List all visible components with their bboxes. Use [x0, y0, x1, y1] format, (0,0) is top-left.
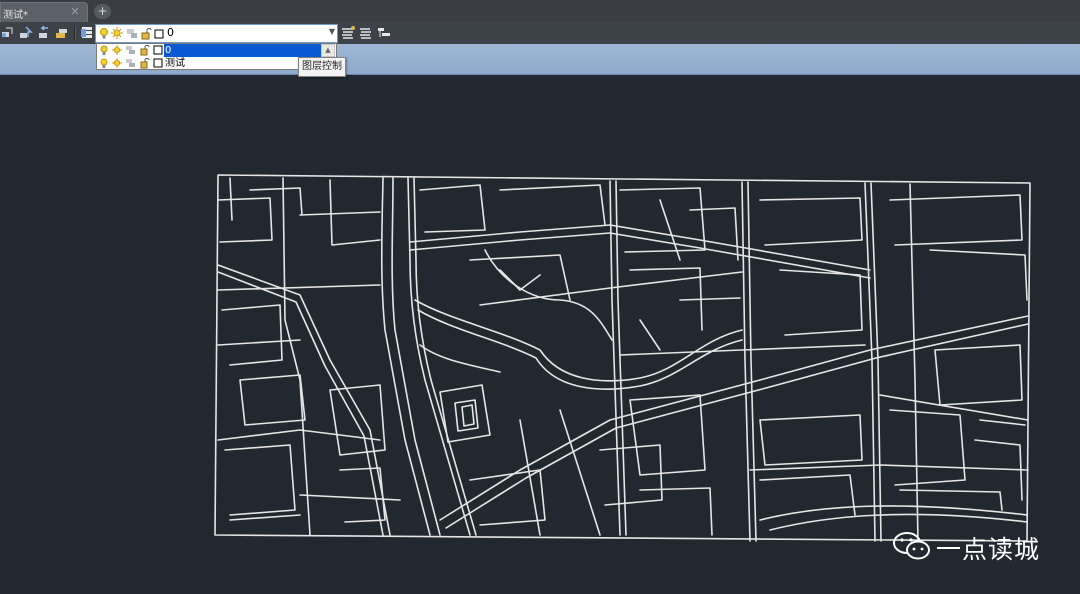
scroll-up-icon[interactable]: ▲ — [321, 44, 335, 57]
lightbulb-icon — [100, 28, 108, 39]
layer-control-combobox[interactable]: 0 ▼ — [95, 24, 338, 43]
stadium — [439, 384, 491, 443]
sun-icon — [111, 27, 123, 39]
document-tab[interactable]: 测试* × — [0, 2, 88, 22]
layer-option[interactable]: 0 ▲ — [97, 44, 336, 57]
unlock-icon — [141, 28, 152, 40]
layer-option-name: 测试 — [165, 58, 185, 69]
layer-match-icon[interactable] — [358, 25, 374, 41]
selection-highlight — [164, 44, 324, 57]
layer-state-icons — [100, 27, 164, 40]
document-tab-label: 测试* — [3, 10, 28, 21]
layer-walk-icon[interactable] — [340, 25, 356, 41]
layer-properties-icon[interactable] — [79, 25, 95, 41]
current-layer-name: 0 — [167, 26, 174, 39]
tooltip: 图层控制 — [298, 57, 346, 77]
viewport-freeze-icon — [127, 29, 137, 38]
watermark: 一点读城 — [892, 528, 1052, 568]
color-swatch-icon — [154, 29, 164, 39]
watermark-text: 一点读城 — [936, 535, 1041, 564]
layer-option-name: 0 — [165, 45, 172, 56]
layer-states-icon[interactable] — [0, 25, 16, 41]
layer-option-icons — [100, 58, 163, 69]
chevron-down-icon[interactable]: ▼ — [329, 27, 335, 36]
document-tab-bar: 测试* × + — [0, 0, 1080, 23]
map-boundary — [214, 174, 1031, 542]
map-drawing[interactable] — [0, 0, 1080, 594]
layer-previous-icon[interactable] — [36, 25, 52, 41]
toolbar-separator — [74, 26, 76, 40]
wechat-icon — [893, 532, 930, 560]
layer-option-icons — [100, 45, 163, 56]
new-tab-button[interactable]: + — [94, 4, 111, 19]
close-icon[interactable]: × — [70, 4, 80, 18]
layer-merge-icon[interactable] — [376, 25, 392, 41]
layer-isolate-icon[interactable] — [54, 25, 70, 41]
make-current-icon[interactable] — [18, 25, 34, 41]
